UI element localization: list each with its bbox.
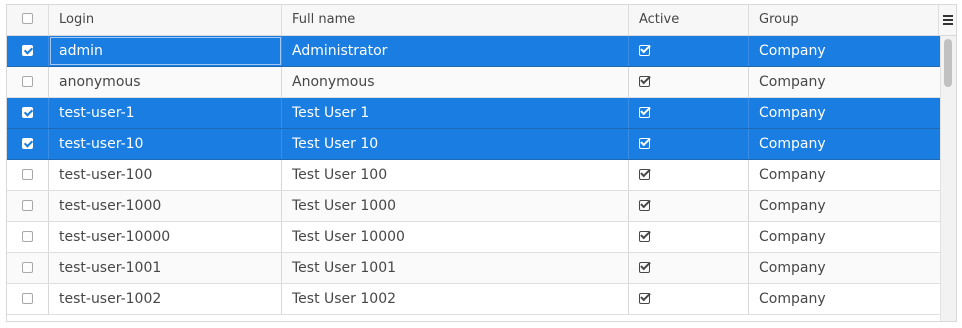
login-cell[interactable]: test-user-10 bbox=[49, 129, 282, 159]
group-cell[interactable]: Company bbox=[749, 222, 940, 252]
scrollbar-thumb[interactable] bbox=[944, 39, 952, 87]
column-header-full-name[interactable]: Full name bbox=[282, 5, 629, 35]
check-square-icon bbox=[639, 261, 650, 273]
row-select-cell[interactable] bbox=[7, 284, 49, 314]
table-row[interactable]: anonymous Anonymous Company bbox=[7, 67, 940, 98]
table-row[interactable]: test-user-10 Test User 10 Company bbox=[7, 129, 940, 160]
grid-header: Login Full name Active Group bbox=[7, 5, 956, 36]
grid-body: admin Administrator Company anonymous Anonym… bbox=[7, 36, 940, 321]
check-square-icon bbox=[639, 137, 650, 149]
group-cell[interactable]: Company bbox=[749, 284, 940, 314]
group-cell[interactable]: Company bbox=[749, 129, 940, 159]
check-square-icon bbox=[639, 106, 650, 118]
row-select-cell[interactable] bbox=[7, 129, 49, 159]
row-select-cell[interactable] bbox=[7, 98, 49, 128]
row-checkbox[interactable] bbox=[22, 168, 33, 180]
header-select-all[interactable] bbox=[7, 5, 49, 35]
login-cell[interactable]: test-user-1000 bbox=[49, 191, 282, 221]
full-name-cell[interactable]: Test User 10 bbox=[282, 129, 629, 159]
full-name-cell[interactable]: Test User 1000 bbox=[282, 191, 629, 221]
full-name-cell[interactable]: Test User 1 bbox=[282, 98, 629, 128]
row-checkbox[interactable] bbox=[22, 292, 33, 304]
row-select-cell[interactable] bbox=[7, 160, 49, 190]
full-name-cell[interactable]: Test User 10000 bbox=[282, 222, 629, 252]
full-name-cell[interactable]: Administrator bbox=[282, 36, 629, 66]
active-cell[interactable] bbox=[629, 98, 749, 128]
select-all-checkbox[interactable] bbox=[22, 13, 33, 24]
column-header-active[interactable]: Active bbox=[629, 5, 749, 35]
row-checkbox[interactable] bbox=[22, 44, 33, 56]
active-cell[interactable] bbox=[629, 253, 749, 283]
column-header-group[interactable]: Group bbox=[749, 5, 940, 35]
row-checkbox[interactable] bbox=[22, 137, 33, 149]
table-row[interactable]: test-user-100 Test User 100 Company bbox=[7, 160, 940, 191]
active-cell[interactable] bbox=[629, 67, 749, 97]
login-cell[interactable]: admin bbox=[49, 36, 282, 66]
row-checkbox[interactable] bbox=[22, 261, 33, 273]
users-grid: Login Full name Active Group admin Admini… bbox=[6, 4, 957, 322]
full-name-cell[interactable]: Test User 1002 bbox=[282, 284, 629, 314]
login-cell[interactable]: test-user-1001 bbox=[49, 253, 282, 283]
row-checkbox[interactable] bbox=[22, 106, 33, 118]
row-checkbox[interactable] bbox=[22, 75, 33, 87]
check-square-icon bbox=[639, 168, 650, 180]
full-name-cell[interactable]: Test User 1001 bbox=[282, 253, 629, 283]
group-cell[interactable]: Company bbox=[749, 191, 940, 221]
group-cell[interactable]: Company bbox=[749, 98, 940, 128]
active-cell[interactable] bbox=[629, 129, 749, 159]
row-select-cell[interactable] bbox=[7, 36, 49, 66]
login-cell[interactable]: test-user-10000 bbox=[49, 222, 282, 252]
table-row[interactable]: test-user-10000 Test User 10000 Company bbox=[7, 222, 940, 253]
active-cell[interactable] bbox=[629, 160, 749, 190]
group-cell[interactable]: Company bbox=[749, 160, 940, 190]
active-cell[interactable] bbox=[629, 222, 749, 252]
check-square-icon bbox=[639, 230, 650, 242]
row-checkbox[interactable] bbox=[22, 199, 33, 211]
table-row[interactable]: test-user-1002 Test User 1002 Company bbox=[7, 284, 940, 315]
login-cell[interactable]: test-user-100 bbox=[49, 160, 282, 190]
vertical-scrollbar[interactable] bbox=[940, 36, 956, 321]
check-square-icon bbox=[639, 44, 650, 56]
check-square-icon bbox=[639, 292, 650, 304]
table-row[interactable]: admin Administrator Company bbox=[7, 36, 940, 67]
column-menu-icon[interactable] bbox=[938, 5, 956, 35]
login-cell[interactable]: test-user-1002 bbox=[49, 284, 282, 314]
row-checkbox[interactable] bbox=[22, 230, 33, 242]
active-cell[interactable] bbox=[629, 36, 749, 66]
row-select-cell[interactable] bbox=[7, 222, 49, 252]
full-name-cell[interactable]: Test User 100 bbox=[282, 160, 629, 190]
group-cell[interactable]: Company bbox=[749, 253, 940, 283]
active-cell[interactable] bbox=[629, 191, 749, 221]
row-select-cell[interactable] bbox=[7, 253, 49, 283]
table-row[interactable]: test-user-1001 Test User 1001 Company bbox=[7, 253, 940, 284]
group-cell[interactable]: Company bbox=[749, 67, 940, 97]
table-row[interactable]: test-user-1 Test User 1 Company bbox=[7, 98, 940, 129]
login-cell[interactable]: anonymous bbox=[49, 67, 282, 97]
group-cell[interactable]: Company bbox=[749, 36, 940, 66]
row-select-cell[interactable] bbox=[7, 67, 49, 97]
column-header-login[interactable]: Login bbox=[49, 5, 282, 35]
table-row[interactable]: test-user-1000 Test User 1000 Company bbox=[7, 191, 940, 222]
check-square-icon bbox=[639, 199, 650, 211]
row-select-cell[interactable] bbox=[7, 191, 49, 221]
active-cell[interactable] bbox=[629, 284, 749, 314]
full-name-cell[interactable]: Anonymous bbox=[282, 67, 629, 97]
check-square-icon bbox=[639, 75, 650, 87]
login-cell[interactable]: test-user-1 bbox=[49, 98, 282, 128]
